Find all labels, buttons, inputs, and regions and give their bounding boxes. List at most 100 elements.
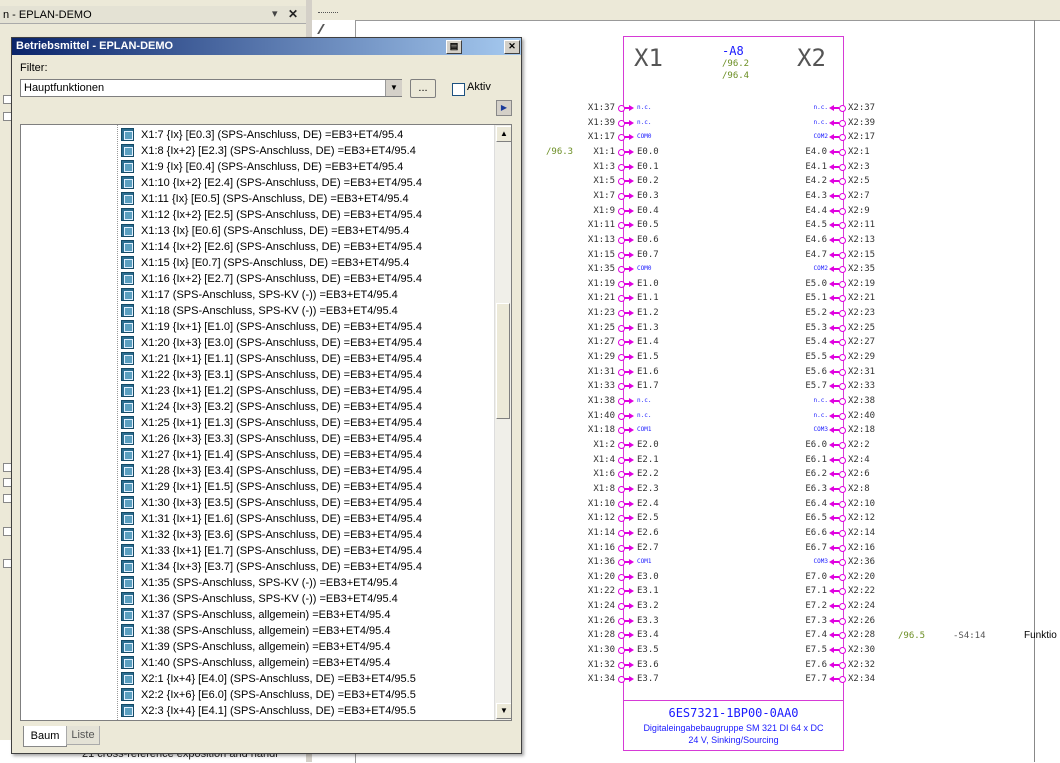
signal-label: E7.6 — [805, 659, 827, 670]
pin-arrow-icon — [629, 661, 634, 668]
pin-label: X1:32 — [587, 659, 615, 670]
signal-label: E2.0 — [637, 439, 659, 450]
pin-label: X1:13 — [587, 234, 615, 245]
pin-label: X2:2 — [848, 439, 870, 450]
tree-item-label: X1:37 (SPS-Anschluss, allgemein) =EB3+ET… — [141, 609, 391, 621]
pin-label: X1:7 — [593, 190, 615, 201]
pin-label: X1:14 — [587, 527, 615, 538]
signal-label: E6.4 — [805, 498, 827, 509]
scroll-down-icon[interactable]: ▼ — [496, 703, 511, 719]
signal-label: COM3 — [813, 558, 828, 566]
tree-item-icon — [121, 480, 134, 493]
background-pin-icon[interactable]: ▾ — [272, 6, 286, 22]
dialog-pin-icon[interactable]: ▤ — [446, 40, 462, 54]
tree-item-label: X1:35 (SPS-Anschluss, SPS-KV (-)) =EB3+E… — [141, 577, 398, 589]
signal-label: E0.0 — [637, 146, 659, 157]
plc-module-box[interactable] — [623, 36, 844, 751]
filter-select[interactable]: Hauptfunktionen — [20, 79, 402, 97]
dialog-close-icon[interactable]: ✕ — [504, 40, 520, 54]
pin-connector[interactable] — [839, 105, 846, 112]
pin-connector[interactable] — [839, 236, 846, 244]
pin-label: X2:7 — [848, 190, 870, 201]
pin-connector[interactable] — [839, 441, 846, 449]
pin-connector[interactable] — [839, 617, 846, 625]
signal-label: E5.6 — [805, 366, 827, 377]
pin-label: X2:1 — [848, 146, 870, 157]
filter-label: Filter: — [20, 62, 48, 74]
pin-label: X1:20 — [587, 571, 615, 582]
signal-label: E6.0 — [805, 439, 827, 450]
pin-label: X2:19 — [848, 278, 876, 289]
signal-label: n.c. — [813, 118, 828, 126]
pin-connector[interactable] — [839, 119, 846, 127]
pin-connector[interactable] — [839, 207, 846, 215]
pin-arrow-icon — [629, 295, 634, 302]
signal-label: E2.5 — [637, 513, 659, 524]
pin-label: X1:21 — [587, 293, 615, 304]
pin-connector[interactable] — [839, 163, 846, 171]
pin-arrow-icon — [629, 412, 634, 419]
pin-connector[interactable] — [839, 192, 846, 200]
signal-label: E4.5 — [805, 220, 827, 231]
signal-label: E7.7 — [805, 674, 827, 685]
pin-connector[interactable] — [839, 354, 846, 362]
pin-connector[interactable] — [839, 529, 846, 537]
dialog-title[interactable]: Betriebsmittel - EPLAN-DEMO — [12, 38, 521, 55]
signal-label: E6.3 — [805, 483, 827, 494]
pin-connector[interactable] — [839, 573, 846, 581]
plc-module-divider — [623, 700, 844, 701]
pin-connector[interactable] — [839, 500, 846, 508]
signal-label: n.c. — [637, 397, 652, 404]
scroll-up-icon[interactable]: ▲ — [496, 126, 511, 142]
dropdown-arrow-icon[interactable]: ▼ — [385, 80, 402, 96]
signal-label: E3.7 — [637, 674, 659, 685]
cross-reference[interactable]: /96.5 — [898, 631, 925, 641]
pin-label: X2:6 — [848, 469, 870, 480]
pin-label: X2:3 — [848, 161, 870, 172]
signal-label: COM2 — [813, 133, 828, 141]
cross-reference[interactable]: /96.2 — [722, 59, 749, 69]
pin-connector[interactable] — [839, 456, 846, 464]
tree-item-icon — [121, 160, 134, 173]
pin-connector[interactable] — [839, 280, 846, 288]
pin-connector[interactable] — [839, 412, 846, 420]
pin-connector[interactable] — [839, 398, 846, 405]
signal-label: n.c. — [813, 397, 828, 404]
filter-browse-button[interactable]: ... — [410, 79, 436, 98]
pin-connector[interactable] — [839, 647, 846, 655]
pin-connector[interactable] — [839, 251, 846, 259]
pin-label: X1:37 — [587, 103, 615, 113]
pin-label: X2:10 — [848, 498, 876, 509]
pencil-icon[interactable] — [317, 24, 339, 34]
pin-connector[interactable] — [839, 368, 846, 376]
pin-label: X2:9 — [848, 205, 870, 216]
pin-label: X1:27 — [587, 337, 615, 348]
tab-baum[interactable]: Baum — [23, 726, 67, 747]
aktiv-checkbox[interactable] — [452, 83, 465, 96]
play-icon[interactable]: ▶ — [496, 100, 512, 116]
pin-connector[interactable] — [839, 661, 846, 669]
background-close-icon[interactable]: ✕ — [288, 6, 302, 22]
signal-label: n.c. — [637, 411, 652, 419]
scrollbar-thumb[interactable] — [496, 303, 510, 419]
signal-label: E0.7 — [637, 249, 659, 260]
tree-item-icon — [121, 416, 134, 429]
pin-arrow-icon — [629, 632, 634, 639]
tree-item-icon — [121, 288, 134, 301]
pin-label: X2:37 — [848, 103, 876, 113]
pin-arrow-icon — [629, 588, 634, 595]
tab-liste[interactable]: Liste — [66, 726, 100, 745]
tree-item-label: X1:23 {Ix+1} [E1.2] (SPS-Anschluss, DE) … — [141, 385, 422, 397]
equipment-tree[interactable]: X1:7 {Ix} [E0.3] (SPS-Anschluss, DE) =EB… — [20, 124, 512, 721]
pin-connector[interactable] — [839, 485, 846, 493]
pin-label: X2:23 — [848, 308, 876, 319]
cross-reference[interactable]: /96.4 — [722, 71, 749, 81]
tree-scrollbar[interactable]: ▲ ▼ — [494, 125, 511, 720]
pin-connector[interactable] — [839, 544, 846, 552]
pin-label: X2:32 — [848, 659, 876, 670]
pin-connector[interactable] — [839, 148, 846, 156]
pin-connector[interactable] — [839, 324, 846, 332]
pin-label: X1:40 — [587, 410, 615, 421]
pin-label: X2:20 — [848, 571, 876, 582]
connection-target[interactable]: -S4:14 — [953, 631, 986, 641]
